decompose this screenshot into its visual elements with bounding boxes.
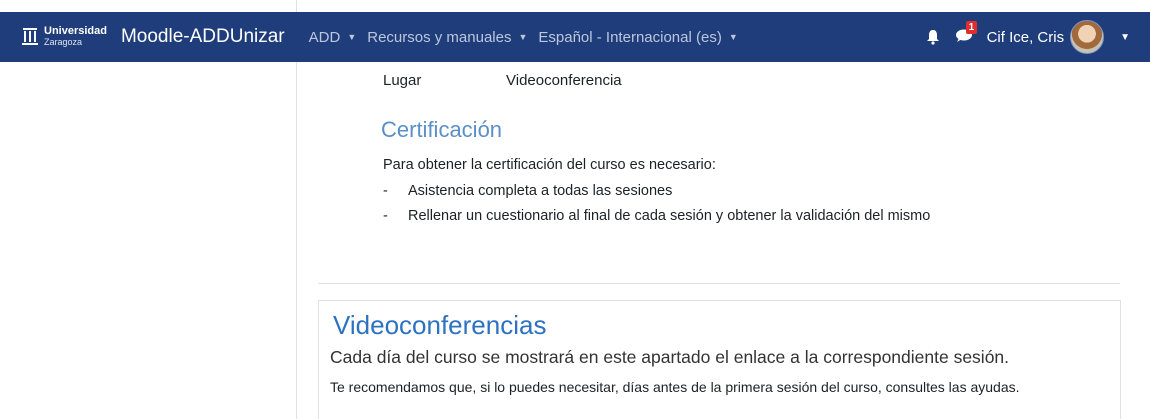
menu-item-label: Español - Internacional (es) [538,28,722,46]
menu-item-recursos[interactable]: Recursos y manuales ▼ [367,29,527,46]
brand[interactable]: Universidad Zaragoza Moodle-ADDUnizar [22,26,309,48]
university-logo-text: Universidad Zaragoza [44,26,107,48]
message-count-badge: 1 [965,21,978,34]
lugar-row: Lugar Videoconferencia [383,72,622,89]
list-item-text: Asistencia completa a todas las sesiones [408,183,673,199]
user-name[interactable]: Cif Ice, Cris [987,29,1065,46]
menu-item-label: Recursos y manuales [367,28,512,46]
certificacion-heading: Certificación [381,117,503,142]
list-dash: - [383,208,388,224]
caret-down-icon[interactable]: ▼ [1120,32,1130,43]
list-item: - Asistencia completa a todas las sesion… [383,179,930,204]
certificacion-list: - Asistencia completa a todas las sesion… [383,179,930,229]
list-item-text: Rellenar un cuestionario al final de cad… [408,208,931,224]
caret-down-icon: ▼ [347,32,357,42]
top-navbar: Universidad Zaragoza Moodle-ADDUnizar AD… [0,12,1150,62]
logo-line2: Zaragoza [44,37,83,47]
caret-down-icon: ▼ [728,32,738,42]
videoconferencias-heading: Videoconferencias [333,310,547,340]
avatar[interactable] [1070,20,1105,54]
menu-item-add[interactable]: ADD ▼ [309,29,357,46]
section-divider [318,283,1120,284]
lugar-value: Videoconferencia [506,72,622,89]
list-dash: - [383,183,388,199]
certificacion-intro: Para obtener la certificación del curso … [383,157,716,173]
left-drawer-area [0,0,296,419]
videoconferencias-lead: Cada día del curso se mostrará en este a… [330,347,1010,367]
videoconferencias-card: Videoconferencias Cada día del curso se … [318,300,1121,419]
lugar-label: Lugar [383,72,422,89]
list-item: - Rellenar un cuestionario al final de c… [383,204,930,229]
site-name[interactable]: Moodle-ADDUnizar [121,26,285,48]
bell-icon[interactable] [925,29,941,45]
message-icon[interactable]: 1 [955,21,978,45]
caret-down-icon: ▼ [518,32,528,42]
menu-item-label: ADD [308,28,341,46]
user-area: 1 Cif Ice, Cris ▼ [925,12,1150,62]
university-logo-icon [22,26,38,48]
logo-line1: Universidad [44,25,107,37]
menu-item-language[interactable]: Español - Internacional (es) ▼ [538,29,737,46]
nav-menu: ADD ▼ Recursos y manuales ▼ Español - In… [309,29,749,46]
videoconferencias-note: Te recomendamos que, si lo puedes necesi… [330,379,1020,395]
